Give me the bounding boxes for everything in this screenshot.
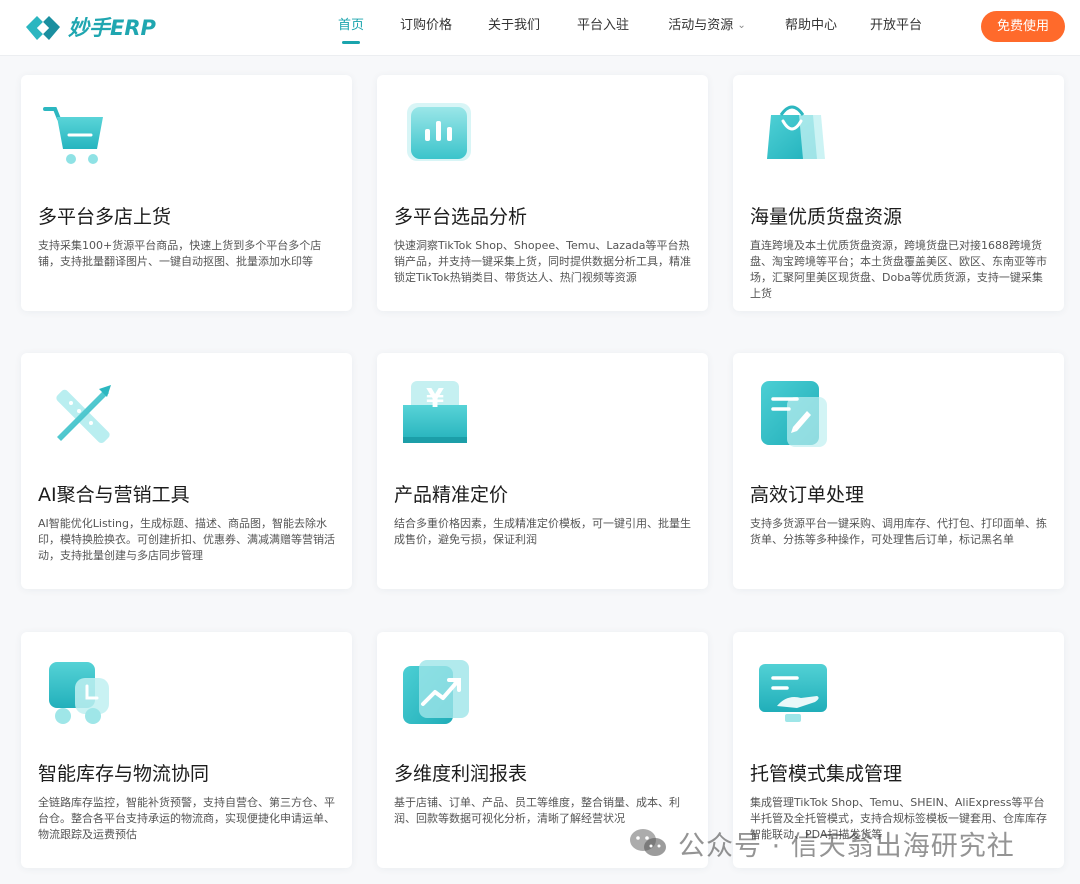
feature-desc: AI智能优化Listing，生成标题、描述、商品图，智能去除水印，模特换脸换衣。…: [38, 517, 335, 562]
feature-desc: 快速洞察TikTok Shop、Shopee、Temu、Lazada等平台热销产…: [394, 239, 691, 284]
feature-title: 托管模式集成管理: [750, 763, 903, 785]
nav-home[interactable]: 首页: [320, 0, 382, 56]
feature-title: 多平台选品分析: [394, 206, 528, 228]
trend-report-icon: [403, 660, 469, 724]
feature-desc: 支持多货源平台一键采购、调用库存、代打包、打印面单、拣货单、分拣等多种操作，可处…: [750, 517, 1047, 546]
brand-logo[interactable]: 妙手ERP: [22, 10, 156, 44]
feature-title: 智能库存与物流协同: [38, 763, 210, 785]
nav-open-platform[interactable]: 开放平台: [856, 0, 936, 56]
watermark-text: 公众号 · 信天翁出海研究社: [678, 830, 1015, 862]
nav-help[interactable]: 帮助中心: [766, 0, 856, 56]
feature-title: 多维度利润报表: [394, 763, 528, 785]
nav-about[interactable]: 关于我们: [470, 0, 558, 56]
wechat-watermark: 公众号 · 信天翁出海研究社: [628, 823, 1015, 863]
feature-desc: 直连跨境及本土优质货盘资源，跨境货盘已对接1688跨境货盘、淘宝跨境等平台；本土…: [750, 239, 1047, 300]
feature-title: 高效订单处理: [750, 484, 865, 506]
logo-icon: [26, 16, 60, 40]
tools-icon: [56, 385, 111, 444]
yen-wallet-icon: ¥: [403, 381, 467, 443]
main-menu: 首页 订购价格 关于我们 平台入驻 活动与资源 ⌄ 帮助中心 开放平台: [320, 0, 936, 56]
cart-icon: [43, 107, 103, 164]
shopping-bag-icon: [767, 105, 825, 159]
order-edit-icon: [761, 381, 827, 447]
chevron-down-icon: ⌄: [737, 20, 746, 31]
feature-title: 多平台多店上货: [38, 206, 172, 228]
free-trial-button[interactable]: 免费使用: [981, 11, 1065, 42]
wechat-icon: [630, 829, 666, 856]
top-nav: 妙手ERP 首页 订购价格 关于我们 平台入驻 活动与资源 ⌄ 帮助中心 开放平台…: [0, 0, 1080, 56]
nav-pricing[interactable]: 订购价格: [382, 0, 470, 56]
feature-desc: 结合多重价格因素，生成精准定价模板，可一键引用、批量生成售价，避免亏损，保证利润: [394, 517, 691, 546]
feature-card-pricing[interactable]: ¥ 产品精准定价 结合多重价格因素，生成精准定价模板，可一键引用、批量生成售价，…: [377, 353, 708, 589]
feature-card-order-processing[interactable]: 高效订单处理 支持多货源平台一键采购、调用库存、代打包、打印面单、拣货单、分拣等…: [733, 353, 1064, 589]
feature-title: AI聚合与营销工具: [38, 484, 190, 506]
feature-title: 海量优质货盘资源: [750, 206, 903, 228]
nav-resources[interactable]: 活动与资源 ⌄: [648, 0, 766, 56]
hand-screen-icon: [759, 664, 827, 722]
feature-title: 产品精准定价: [394, 484, 509, 506]
feature-card-supply-resources[interactable]: 海量优质货盘资源 直连跨境及本土优质货盘资源，跨境货盘已对接1688跨境货盘、淘…: [733, 75, 1064, 311]
feature-desc: 支持采集100+货源平台商品，快速上货到多个平台多个店铺，支持批量翻译图片、一键…: [38, 239, 322, 268]
svg-text:¥: ¥: [426, 384, 444, 414]
feature-desc: 全链路库存监控，智能补货预警，支持自营仓、第三方仓、平台仓。整合各平台支持承运的…: [38, 796, 335, 841]
feature-card-multi-store-listing[interactable]: 多平台多店上货 支持采集100+货源平台商品，快速上货到多个平台多个店铺，支持批…: [21, 75, 352, 311]
feature-card-inventory-logistics[interactable]: 智能库存与物流协同 全链路库存监控，智能补货预警，支持自营仓、第三方仓、平台仓。…: [21, 632, 352, 868]
feature-card-ai-marketing[interactable]: AI聚合与营销工具 AI智能优化Listing，生成标题、描述、商品图，智能去除…: [21, 353, 352, 589]
brand-name: 妙手ERP: [68, 16, 156, 40]
nav-join[interactable]: 平台入驻: [558, 0, 648, 56]
feature-card-product-analysis[interactable]: 多平台选品分析 快速洞察TikTok Shop、Shopee、Temu、Laza…: [377, 75, 708, 311]
truck-icon: [49, 662, 109, 724]
bar-chart-icon: [407, 103, 471, 161]
